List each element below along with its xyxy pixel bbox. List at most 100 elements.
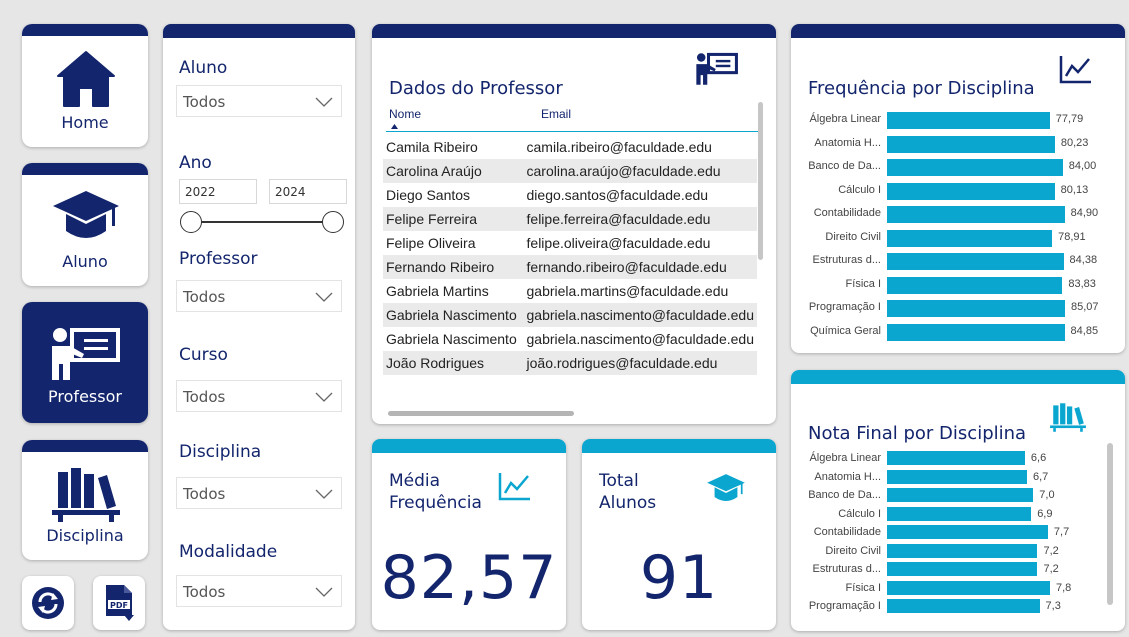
teacher-board-icon	[52, 328, 120, 380]
nav-home-button[interactable]: Home	[22, 24, 148, 147]
table-row[interactable]: Diego Santos diego.santos@faculdade.edu	[383, 183, 757, 207]
bar-category-label: Física I	[845, 277, 881, 290]
nav-professor-button[interactable]: Professor	[22, 302, 148, 423]
year-from-input[interactable]: 2022	[179, 179, 257, 204]
bar[interactable]	[887, 506, 1032, 521]
bar[interactable]	[887, 469, 1027, 484]
bar-data-label: 7,0	[1039, 489, 1055, 501]
bar[interactable]	[887, 253, 1064, 270]
filter-aluno-dropdown[interactable]: Todos	[176, 85, 342, 117]
cell-nome: João Rodrigues	[383, 351, 524, 375]
bar[interactable]	[887, 182, 1055, 200]
graduation-cap-icon	[53, 191, 119, 238]
bar-data-label: 84,90	[1070, 207, 1099, 219]
year-range-inputs: 2022 2024	[179, 179, 349, 205]
year-slider[interactable]	[179, 210, 345, 234]
filter-disciplina-value: Todos	[183, 485, 226, 503]
nota-final-chart-title: Nota Final por Disciplina	[808, 423, 1027, 444]
bar[interactable]	[887, 543, 1038, 558]
cell-email: felipe.oliveira@faculdade.edu	[526, 235, 711, 251]
export-pdf-button[interactable]: PDF	[93, 576, 145, 630]
bar[interactable]	[887, 525, 1048, 539]
cell-nome: Gabriela Martins	[386, 283, 489, 299]
cell-nome: Diego Santos	[386, 187, 471, 203]
books-icon	[52, 468, 120, 522]
table-row[interactable]: Gabriela Nascimento gabriela.nascimento@f…	[383, 327, 757, 351]
bar-category-label: Anatomia H...	[814, 470, 881, 483]
filter-curso-dropdown[interactable]: Todos	[176, 380, 342, 412]
table-row[interactable]: Camila Ribeiro camila.ribeiro@faculdade.e…	[383, 135, 757, 159]
bar[interactable]	[887, 562, 1038, 576]
year-slider-handle-end[interactable]	[322, 211, 344, 233]
cell-email: gabriela.martins@faculdade.edu	[526, 283, 729, 299]
filter-curso-label: Curso	[179, 345, 228, 365]
table-row[interactable]: Carolina Araújo carolina.araújo@faculdade…	[383, 159, 757, 183]
bar[interactable]	[887, 599, 1040, 613]
bar-data-label: 84,85	[1070, 324, 1099, 337]
nav-disciplina-button[interactable]: Disciplina	[22, 440, 148, 560]
nota-final-chart-card: Nota Final por Disciplina Álgebra Linear…	[791, 370, 1125, 631]
bar[interactable]	[887, 276, 1063, 294]
bar-category-label: Cálculo I	[838, 507, 881, 520]
bar-category-label: Álgebra Linear	[809, 452, 881, 464]
bar-category-label: Química Geral	[810, 324, 881, 337]
table-row[interactable]: Gabriela Nascimento gabriela.nascimento@f…	[383, 303, 757, 327]
bar[interactable]	[887, 206, 1065, 223]
books-icon	[1050, 403, 1086, 432]
kpi-total-alunos-card: Total Alunos 91	[582, 439, 776, 630]
bar-category-label: Contabilidade	[813, 207, 881, 219]
table-row[interactable]: Fernando Ribeiro fernando.ribeiro@faculda…	[383, 255, 757, 279]
bar-data-label: 80,23	[1060, 136, 1089, 149]
nav-professor-label: Professor	[48, 387, 122, 406]
chevron-down-icon	[315, 489, 333, 499]
column-header-nome[interactable]: Nome	[389, 107, 421, 121]
bar-category-label: Anatomia H...	[814, 136, 881, 149]
chevron-down-icon	[315, 97, 333, 107]
cell-email: joão.rodrigues@faculdade.edu	[523, 351, 757, 375]
home-icon	[57, 51, 115, 107]
bar-data-label: 6,6	[1030, 452, 1047, 464]
filter-modalidade-value: Todos	[183, 583, 226, 601]
kpi-media-frequencia-value: 82,57	[380, 543, 558, 613]
year-slider-handle-start[interactable]	[180, 211, 202, 233]
column-header-email[interactable]: Email	[541, 107, 571, 121]
table-horizontal-scrollbar[interactable]	[388, 411, 574, 416]
table-body[interactable]: Camila Ribeiro camila.ribeiro@faculdade.e…	[383, 135, 757, 400]
pdf-download-icon: PDF	[106, 585, 134, 621]
table-vertical-scrollbar[interactable]	[758, 102, 763, 260]
table-row[interactable]: Felipe Oliveira felipe.oliveira@faculdade…	[383, 231, 757, 255]
filter-modalidade-dropdown[interactable]: Todos	[176, 575, 342, 607]
bar[interactable]	[887, 323, 1065, 341]
table-row[interactable]: Felipe Ferreira felipe.ferreira@faculdade…	[383, 207, 757, 231]
filter-aluno-label: Aluno	[179, 58, 228, 78]
refresh-button[interactable]	[22, 576, 74, 630]
bar-data-label: 7,2	[1043, 544, 1059, 557]
filter-disciplina-dropdown[interactable]: Todos	[176, 477, 342, 509]
bar[interactable]	[887, 488, 1034, 502]
bar[interactable]	[887, 135, 1055, 153]
kpi-media-frequencia-card: Média Frequência 82,57	[372, 439, 566, 630]
cell-email: diego.santos@faculdade.edu	[526, 187, 709, 203]
bar-data-label: 7,8	[1056, 581, 1072, 594]
chart-vertical-scrollbar[interactable]	[1107, 443, 1113, 605]
year-to-input[interactable]: 2024	[269, 179, 347, 204]
bar[interactable]	[887, 229, 1053, 247]
bar-data-label: 83,83	[1068, 277, 1096, 290]
bar[interactable]	[887, 159, 1063, 176]
bar[interactable]	[887, 112, 1050, 129]
filter-professor-dropdown[interactable]: Todos	[176, 280, 342, 312]
professor-table-card: Dados do Professor Nome Email Camila Rib…	[372, 24, 776, 424]
bar-category-label: Banco de Da...	[808, 160, 881, 172]
bar[interactable]	[887, 451, 1025, 465]
kpi-total-alunos-value: 91	[639, 543, 719, 613]
cell-email: gabriela.nascimento@faculdade.edu	[523, 303, 757, 327]
bar[interactable]	[887, 580, 1050, 595]
table-row[interactable]: Gabriela Martins gabriela.martins@faculda…	[383, 279, 757, 303]
bar-data-label: 80,13	[1060, 183, 1089, 196]
cell-nome: Gabriela Nascimento	[383, 303, 524, 327]
bar-category-label: Programação I	[808, 301, 881, 313]
bar[interactable]	[887, 300, 1065, 317]
table-row[interactable]: João Rodrigues joão.rodrigues@faculdade.e…	[383, 351, 757, 375]
filter-panel: Aluno Todos Ano 2022 2024 Professor Todo…	[163, 24, 355, 630]
nav-aluno-button[interactable]: Aluno	[22, 163, 148, 286]
